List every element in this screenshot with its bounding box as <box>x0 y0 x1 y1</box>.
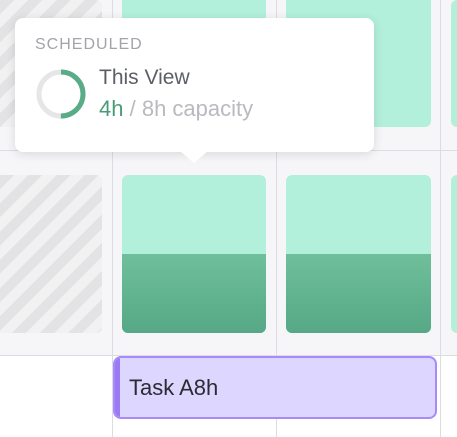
scheduled-tooltip: SCHEDULED This View 4h / 8h capacity <box>15 18 374 163</box>
task-bar[interactable]: Task A8h <box>113 356 437 419</box>
capacity-line: 4h / 8h capacity <box>99 96 253 122</box>
tooltip-heading: SCHEDULED <box>35 36 143 53</box>
grid-column-divider <box>440 0 441 437</box>
capacity-cell[interactable] <box>122 175 266 333</box>
capacity-total: 8h capacity <box>141 96 254 121</box>
scheduled-hours: 4h <box>99 96 124 121</box>
tooltip-body: This View 4h / 8h capacity <box>35 66 354 122</box>
capacity-cell[interactable] <box>286 175 431 333</box>
task-label: Task A8h <box>129 374 219 400</box>
capacity-separator: / <box>123 96 142 121</box>
tooltip-text: This View 4h / 8h capacity <box>99 66 253 122</box>
capacity-cell[interactable] <box>451 175 457 333</box>
scheduled-fill <box>122 254 266 333</box>
view-label: This View <box>99 66 190 89</box>
capacity-cell[interactable] <box>451 0 457 127</box>
unavailable-day-cell <box>0 175 102 333</box>
scheduled-fill <box>286 254 431 333</box>
capacity-ring-icon <box>36 69 86 119</box>
